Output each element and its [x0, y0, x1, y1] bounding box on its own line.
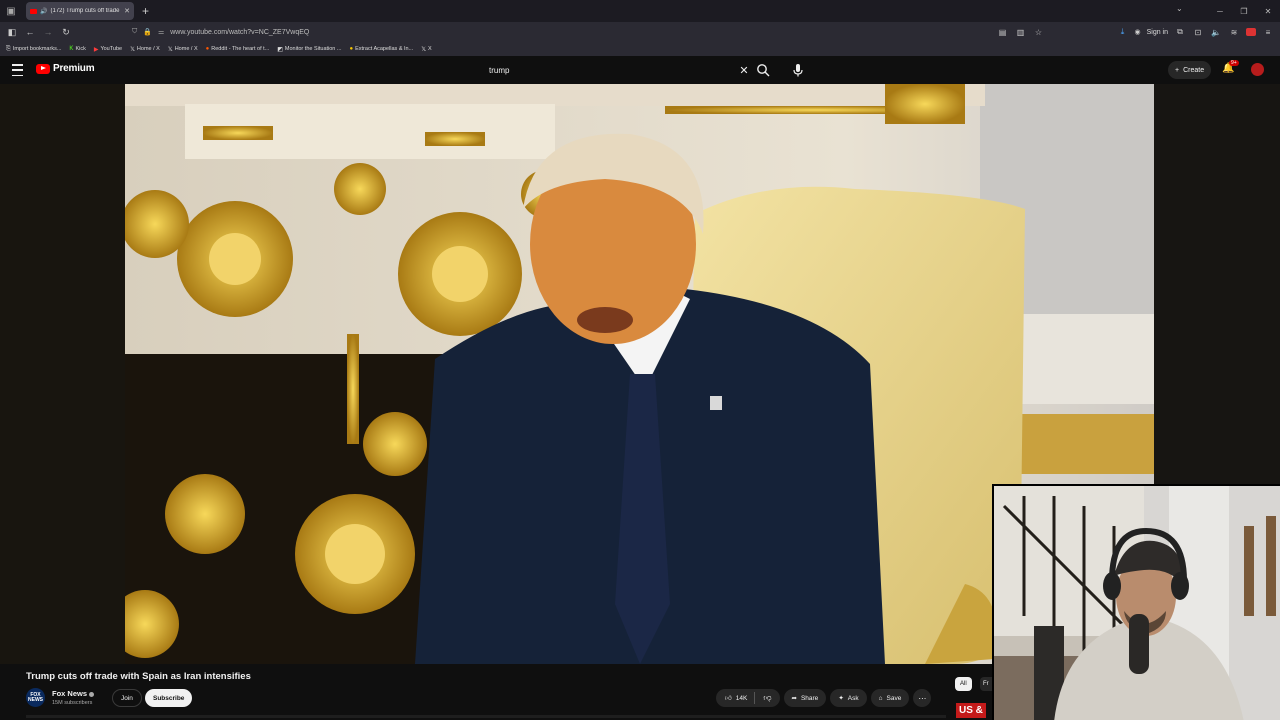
extensions-icon[interactable]: ⧉: [1174, 27, 1186, 37]
channel-name[interactable]: Fox News: [52, 689, 95, 698]
youtube-play-icon: [36, 63, 50, 74]
bookmark-star-icon[interactable]: ☆: [1032, 28, 1044, 37]
account-avatar[interactable]: [1251, 63, 1264, 76]
import-icon: ⎘: [6, 45, 11, 52]
window-controls: ─ ❐ ✕: [1208, 0, 1280, 22]
youtube-logo[interactable]: Premium: [36, 63, 95, 74]
menu-icon[interactable]: ≡: [1262, 28, 1274, 37]
reload-icon[interactable]: ↻: [57, 27, 75, 38]
bookmark-x[interactable]: 𝕏X: [421, 46, 432, 53]
chip-next[interactable]: Fr: [980, 677, 992, 691]
logo-text: Premium: [53, 63, 95, 74]
screenshot-icon[interactable]: ⊡: [1192, 28, 1204, 37]
browser-toolbar-right: ▤ ▥ ☆ ⤓ ◉ Sign in ⧉ ⊡ 🔈 ≋ ≡: [996, 22, 1280, 42]
share-icon: ➦: [791, 695, 797, 702]
reddit-icon: ●: [205, 46, 210, 52]
subscriber-count: 15M subscribers: [52, 700, 93, 706]
url-text[interactable]: www.youtube.com/watch?v=NC_ZE7VwqEQ: [170, 29, 309, 36]
lock-icon[interactable]: 🔒: [143, 28, 152, 36]
channel-name-text: Fox News: [52, 689, 88, 698]
like-dislike-group: 👍︎ 14K 👎︎: [716, 689, 780, 707]
verified-icon: [89, 691, 95, 697]
tab-title: (172) Trump cuts off trade: [50, 8, 120, 14]
thumbs-down-icon: 👎︎: [763, 693, 772, 702]
close-tab-icon[interactable]: ✕: [124, 7, 130, 15]
like-button[interactable]: 👍︎ 14K: [716, 692, 756, 704]
volume-icon[interactable]: ≋: [1228, 28, 1240, 37]
bookmarks-bar: ⎘ Import bookmarks... K Kick ▶ YouTube 𝕏 Hom…: [0, 42, 1280, 56]
back-icon[interactable]: ←: [21, 27, 39, 37]
overlay-banner: US &: [956, 703, 986, 718]
restore-icon[interactable]: ❐: [1232, 7, 1256, 16]
monitor-icon: ◩: [277, 46, 283, 53]
hamburger-menu-icon[interactable]: [12, 64, 23, 76]
picture-in-picture-icon[interactable]: ▥: [1014, 28, 1026, 37]
microphone-icon[interactable]: [792, 63, 804, 77]
browser-tab-bar: ▣ 🔊 (172) Trump cuts off trade ✕ +: [0, 0, 1280, 22]
share-button[interactable]: ➦ Share: [783, 689, 827, 707]
search-box[interactable]: trump ✕: [480, 60, 752, 80]
new-tab-icon[interactable]: +: [142, 4, 149, 18]
description-box-edge: [26, 715, 946, 718]
video-actions: 👍︎ 14K 👎︎ ➦ Share ✦ Ask ⌂ Save ⋯: [716, 689, 932, 707]
webcam-frame: [994, 486, 1280, 720]
notification-count-badge: 9+: [1229, 60, 1239, 66]
dislike-button[interactable]: 👎︎: [755, 693, 779, 703]
bookmark-x-home-1[interactable]: 𝕏 Home / X: [130, 46, 160, 53]
thumbs-up-icon: 👍︎: [725, 695, 732, 702]
sign-in-button[interactable]: Sign in: [1147, 29, 1168, 36]
permissions-icon[interactable]: ⚌: [158, 28, 164, 36]
tab-list-icon[interactable]: ▣: [0, 0, 22, 22]
bookmark-x-home-2[interactable]: 𝕏 Home / X: [168, 46, 198, 53]
video-title: Trump cuts off trade with Spain as Iran …: [26, 671, 251, 682]
extension-badge-icon[interactable]: [1246, 28, 1256, 36]
channel-avatar[interactable]: FOX NEWS: [26, 688, 45, 707]
more-actions-icon[interactable]: ⋯: [913, 689, 932, 707]
bookmark-reddit[interactable]: ● Reddit - The heart of t...: [206, 46, 270, 52]
webcam-overlay: [992, 484, 1280, 720]
ask-button[interactable]: ✦ Ask: [830, 689, 867, 707]
account-icon[interactable]: ◉: [1134, 28, 1140, 36]
player-background-right: [1154, 84, 1280, 484]
forward-icon[interactable]: →: [39, 27, 57, 37]
reader-view-icon[interactable]: ▤: [996, 28, 1008, 37]
youtube-favicon-icon: [30, 8, 37, 14]
kick-icon: K: [69, 46, 74, 52]
browser-tab[interactable]: 🔊 (172) Trump cuts off trade ✕: [26, 2, 134, 20]
youtube-icon: ▶: [93, 46, 99, 53]
create-button[interactable]: + Create: [1168, 61, 1212, 79]
sidebar-toggle-icon[interactable]: ◧: [3, 27, 21, 38]
tab-overflow-chevron-icon[interactable]: ⌄: [1176, 4, 1183, 13]
plus-icon: +: [1175, 66, 1180, 74]
youtube-header: Premium trump ✕ + Create 🔔 9+: [0, 56, 1280, 84]
x-icon: 𝕏: [130, 46, 135, 53]
speaker-icon[interactable]: 🔊: [40, 8, 47, 15]
save-button[interactable]: ⌂ Save: [870, 689, 910, 707]
extract-icon: ●: [349, 46, 354, 52]
search-icon[interactable]: [756, 63, 770, 77]
bookmark-extract[interactable]: ● Extract Acapellas & In...: [349, 46, 413, 52]
close-window-icon[interactable]: ✕: [1256, 7, 1280, 16]
bookmark-youtube[interactable]: ▶ YouTube: [94, 46, 122, 53]
bookmark-monitor[interactable]: ◩ Monitor the Situation ...: [277, 46, 341, 53]
player-background-left: [0, 84, 125, 664]
subscribe-button[interactable]: Subscribe: [145, 689, 193, 707]
search-input[interactable]: trump: [480, 66, 736, 75]
bookmark-kick[interactable]: K Kick: [69, 46, 85, 52]
bookmark-import[interactable]: ⎘ Import bookmarks...: [6, 46, 61, 53]
like-count: 14K: [735, 694, 748, 702]
bookmark-icon: ⌂: [878, 694, 883, 702]
x-icon: 𝕏: [421, 46, 427, 53]
clear-search-icon[interactable]: ✕: [736, 64, 752, 77]
x-icon: 𝕏: [167, 46, 173, 53]
address-bar[interactable]: ⛉ 🔒 ⚌ www.youtube.com/watch?v=NC_ZE7VwqE…: [132, 24, 1092, 40]
minimize-icon[interactable]: ─: [1208, 7, 1232, 16]
download-icon[interactable]: ⤓: [1116, 27, 1128, 37]
chip-all[interactable]: All: [955, 677, 972, 691]
shield-icon[interactable]: ⛉: [132, 28, 137, 36]
sparkle-icon: ✦: [838, 695, 844, 702]
audio-tab-icon[interactable]: 🔈: [1210, 28, 1222, 37]
join-button[interactable]: Join: [112, 689, 142, 707]
